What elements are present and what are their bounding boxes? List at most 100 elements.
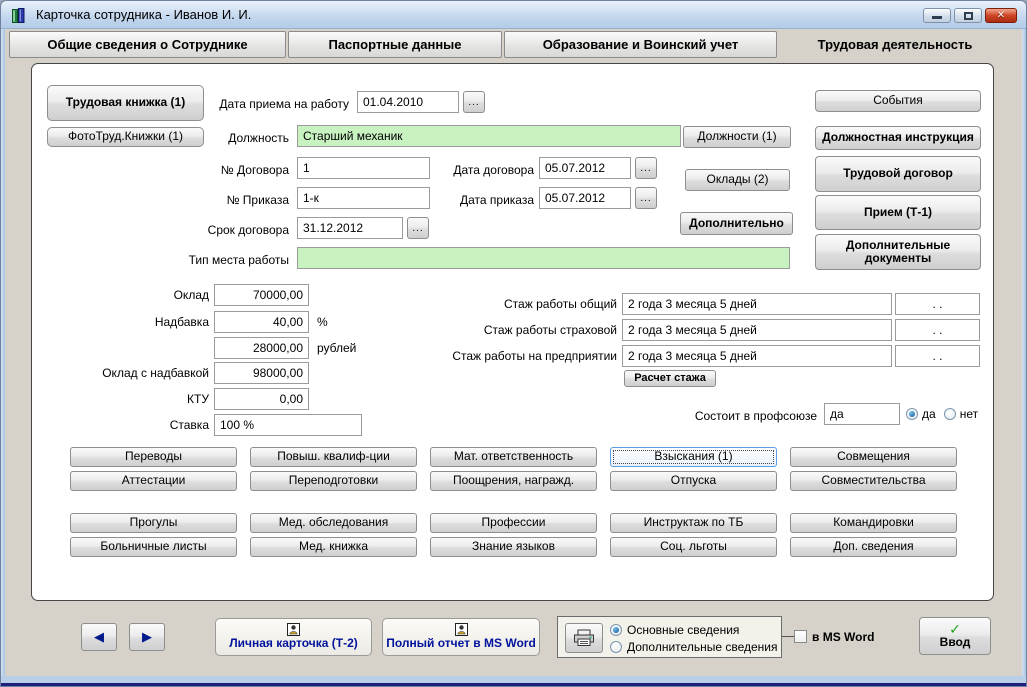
professions-button[interactable]: Профессии — [430, 513, 597, 533]
prev-record-button[interactable]: ◀ — [81, 623, 117, 651]
prev-arrow-icon: ◀ — [94, 628, 104, 644]
full-report-word-label: Полный отчет в MS Word — [386, 636, 536, 651]
seniority-company-field[interactable]: 2 года 3 месяца 5 дней — [622, 345, 892, 367]
maximize-button[interactable] — [954, 8, 982, 23]
positions-button[interactable]: Должности (1) — [683, 126, 791, 148]
combinations-button[interactable]: Совмещения — [790, 447, 957, 467]
ktu-label: КТУ — [187, 392, 209, 406]
hire-date-label: Дата приема на работу — [219, 97, 349, 111]
additional-info-radio[interactable] — [610, 641, 622, 653]
position-label: Должность — [228, 131, 289, 145]
seniority-total-field[interactable]: 2 года 3 месяца 5 дней — [622, 293, 892, 315]
position-field[interactable]: Старший механик — [297, 125, 681, 147]
salary-with-allowance-field[interactable]: 98000,00 — [214, 362, 309, 384]
enter-button[interactable]: ✓ Ввод — [919, 617, 991, 655]
order-date-label: Дата приказа — [459, 193, 534, 207]
seniority-company-label: Стаж работы на предприятии — [452, 349, 617, 363]
close-button[interactable]: ✕ — [985, 8, 1017, 23]
workplace-type-field[interactable] — [297, 247, 790, 269]
window-frame-bottom — [1, 676, 1026, 683]
enter-button-label: Ввод — [939, 634, 971, 649]
hire-date-picker-button[interactable]: ... — [463, 91, 485, 113]
order-no-label: № Приказа — [226, 193, 289, 207]
allowance-rubles-field[interactable]: 28000,00 — [214, 337, 309, 359]
contract-term-field[interactable]: 31.12.2012 — [297, 217, 403, 239]
order-no-field[interactable]: 1-к — [297, 187, 430, 209]
qualification-button[interactable]: Повыш. квалиф-ции — [250, 447, 417, 467]
window-frame-left — [1, 29, 5, 686]
order-date-field[interactable]: 05.07.2012 — [539, 187, 631, 209]
contract-no-field[interactable]: 1 — [297, 157, 430, 179]
union-yes-radio[interactable] — [906, 408, 918, 420]
extra-info-button[interactable]: Доп. сведения — [790, 537, 957, 557]
minimize-button[interactable] — [923, 8, 951, 23]
title-bar[interactable]: Карточка сотрудника - Иванов И. И. — [1, 1, 1026, 29]
labor-activity-panel: Трудовая книжка (1) ФотоТруд.Книжки (1) … — [31, 63, 994, 601]
job-description-button[interactable]: Должностная инструкция — [815, 126, 981, 150]
attestations-button[interactable]: Аттестации — [70, 471, 237, 491]
contract-date-label: Дата договора — [453, 163, 534, 177]
safety-training-button[interactable]: Инструктаж по ТБ — [610, 513, 777, 533]
medical-exams-button[interactable]: Мед. обследования — [250, 513, 417, 533]
order-date-picker-button[interactable]: ... — [635, 187, 657, 209]
contract-date-picker-button[interactable]: ... — [635, 157, 657, 179]
business-trips-button[interactable]: Командировки — [790, 513, 957, 533]
contract-term-picker-button[interactable]: ... — [407, 217, 429, 239]
rewards-button[interactable]: Поощрения, награжд. — [430, 471, 597, 491]
word-checkbox-label: в MS Word — [812, 630, 875, 644]
print-button[interactable] — [565, 623, 603, 653]
next-record-button[interactable]: ▶ — [129, 623, 165, 651]
sick-leaves-button[interactable]: Больничные листы — [70, 537, 237, 557]
labor-contract-button[interactable]: Трудовой договор — [815, 156, 981, 192]
allowance-percent-field[interactable]: 40,00 — [214, 311, 309, 333]
rate-label: Ставка — [169, 418, 209, 432]
additional-documents-button[interactable]: Дополнительные документы — [815, 234, 981, 270]
social-benefits-button[interactable]: Соц. льготы — [610, 537, 777, 557]
report-doc-icon — [287, 623, 300, 637]
seniority-calc-button[interactable]: Расчет стажа — [624, 370, 716, 387]
ktu-field[interactable]: 0,00 — [214, 388, 309, 410]
rate-field[interactable]: 100 % — [214, 414, 362, 436]
salaries-button[interactable]: Оклады (2) — [685, 169, 790, 191]
contract-no-label: № Договора — [220, 163, 289, 177]
contract-term-label: Срок договора — [207, 223, 289, 237]
salary-with-allowance-label: Оклад с надбавкой — [102, 366, 209, 380]
personal-card-t2-label: Личная карточка (Т-2) — [229, 636, 358, 651]
events-button[interactable]: События — [815, 90, 981, 112]
seniority-insurance-field[interactable]: 2 года 3 месяца 5 дней — [622, 319, 892, 341]
employee-card-window: Карточка сотрудника - Иванов И. И. ✕ Общ… — [0, 0, 1027, 687]
seniority-insurance-label: Стаж работы страховой — [483, 323, 617, 337]
tab-labor-activity[interactable]: Трудовая деятельность — [779, 31, 1011, 58]
second-jobs-button[interactable]: Совместительства — [790, 471, 957, 491]
seniority-total-dates-field[interactable]: . . — [895, 293, 980, 315]
main-info-radio[interactable] — [610, 624, 622, 636]
seniority-company-dates-field[interactable]: . . — [895, 345, 980, 367]
rubles-suffix: рублей — [317, 341, 357, 355]
seniority-insurance-dates-field[interactable]: . . — [895, 319, 980, 341]
personal-card-t2-button[interactable]: Личная карточка (Т-2) — [215, 618, 372, 656]
tab-general[interactable]: Общие сведения о Сотруднике — [9, 31, 286, 58]
union-field[interactable]: да — [824, 403, 900, 425]
tab-education[interactable]: Образование и Воинский учет — [504, 31, 777, 58]
tab-passport[interactable]: Паспортные данные — [288, 31, 502, 58]
hire-date-field[interactable]: 01.04.2010 — [357, 91, 459, 113]
word-checkbox[interactable] — [794, 630, 807, 643]
transfers-button[interactable]: Переводы — [70, 447, 237, 467]
full-report-word-button[interactable]: Полный отчет в MS Word — [382, 618, 540, 656]
liability-button[interactable]: Мат. ответственность — [430, 447, 597, 467]
union-no-label: нет — [959, 407, 979, 421]
additional-info-label: Дополнительные сведения — [627, 640, 778, 654]
penalties-button[interactable]: Взыскания (1) — [610, 447, 777, 467]
vacations-button[interactable]: Отпуска — [610, 471, 777, 491]
retraining-button[interactable]: Переподготовки — [250, 471, 417, 491]
union-no-radio[interactable] — [943, 408, 956, 420]
medical-book-button[interactable]: Мед. книжка — [250, 537, 417, 557]
workplace-type-label: Тип места работы — [188, 253, 289, 267]
window-frame-right — [1022, 29, 1026, 686]
contract-date-field[interactable]: 05.07.2012 — [539, 157, 631, 179]
salary-field[interactable]: 70000,00 — [214, 284, 309, 306]
additional-button[interactable]: Дополнительно — [680, 212, 793, 235]
hiring-t1-button[interactable]: Прием (Т-1) — [815, 195, 981, 230]
languages-button[interactable]: Знание языков — [430, 537, 597, 557]
absences-button[interactable]: Прогулы — [70, 513, 237, 533]
